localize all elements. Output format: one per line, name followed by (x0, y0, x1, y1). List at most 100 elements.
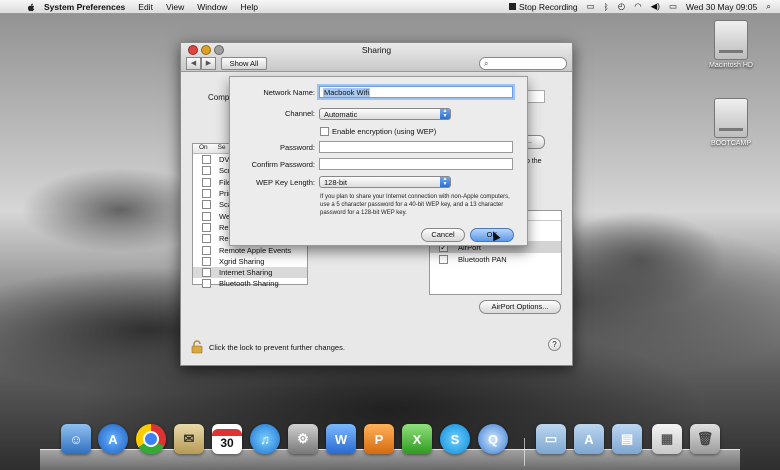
chrome-icon[interactable] (136, 424, 166, 454)
help-button[interactable]: ? (548, 338, 561, 351)
skype-icon[interactable]: S (440, 424, 470, 454)
menu-view[interactable]: View (166, 2, 184, 12)
screen-sharing-icon[interactable]: ▭ (587, 1, 595, 12)
service-checkbox[interactable] (202, 166, 211, 176)
service-checkbox[interactable] (202, 256, 211, 266)
window-title: Sharing (361, 45, 392, 55)
popup-arrows-icon: ▲ ▼ (440, 109, 450, 119)
service-label: DV (219, 155, 230, 165)
service-checkbox[interactable] (202, 268, 211, 278)
list-item[interactable]: Bluetooth PAN (430, 253, 561, 265)
service-checkbox[interactable] (202, 211, 211, 221)
volume-icon[interactable]: ◀) (651, 1, 660, 12)
lock-row: Click the lock to prevent further change… (191, 340, 345, 354)
service-checkbox[interactable] (202, 245, 211, 255)
service-label: Xgrid Sharing (219, 256, 265, 266)
time-machine-icon[interactable]: ◴ (618, 1, 625, 12)
spotlight-icon[interactable]: ⌕ (766, 1, 771, 12)
service-checkbox[interactable] (202, 189, 211, 199)
wep-note: If you plan to share your Internet conne… (320, 194, 510, 216)
wep-key-length-label: WEP Key Length: (255, 178, 315, 187)
airport-sheet: Network Name: Macbook Wifi Channel: Auto… (229, 76, 528, 246)
service-checkbox[interactable] (202, 234, 211, 244)
lock-icon[interactable] (191, 340, 203, 354)
service-checkbox[interactable] (202, 279, 211, 289)
trash-icon[interactable]: 🗑 (690, 424, 720, 454)
quicktime-icon[interactable]: Q (478, 424, 508, 454)
dock: ☺ A ✉ 30 ♫ ⚙ W P X S Q ▭ A ▤ ▦ 🗑 (40, 418, 740, 470)
service-checkbox[interactable] (202, 177, 211, 187)
desktop-drive-macintosh-hd[interactable]: Macintosh HD (701, 20, 761, 69)
service-checkbox[interactable] (202, 200, 211, 210)
system-preferences-icon[interactable]: ⚙ (288, 424, 318, 454)
menubar: System Preferences Edit View Window Help… (0, 0, 780, 14)
table-row[interactable]: Xgrid Sharing (193, 256, 307, 267)
drive-label: Macintosh HD (709, 62, 753, 69)
encryption-checkbox[interactable] (320, 127, 329, 136)
dock-separator (524, 438, 525, 466)
header-on[interactable]: On (193, 144, 208, 153)
network-name-field[interactable]: Macbook Wifi (319, 86, 513, 98)
mail-stamp-icon[interactable]: ✉ (174, 424, 204, 454)
service-label: Internet Sharing (219, 268, 273, 278)
clock-text[interactable]: Wed 30 May 09:05 (686, 2, 757, 12)
network-name-label: Network Name: (263, 88, 315, 97)
airport-options-button[interactable]: AirPort Options... (479, 300, 561, 314)
cancel-button[interactable]: Cancel (421, 228, 465, 242)
forward-button[interactable]: ▶ (201, 57, 216, 70)
bluetooth-icon[interactable]: ᛒ (604, 2, 609, 12)
lock-text: Click the lock to prevent further change… (209, 342, 345, 352)
encryption-checkbox-row[interactable]: Enable encryption (using WEP) (320, 127, 436, 136)
password-field[interactable] (319, 141, 513, 153)
port-label: Bluetooth PAN (458, 254, 507, 264)
search-icon: ⌕ (484, 59, 489, 68)
service-label: Remote Apple Events (219, 245, 292, 255)
calendar-day: 30 (220, 435, 234, 450)
show-all-button[interactable]: Show All (221, 57, 267, 70)
documents-folder-icon[interactable]: ▤ (612, 424, 642, 454)
powerpoint-icon[interactable]: P (364, 424, 394, 454)
confirm-password-field[interactable] (319, 158, 513, 170)
confirm-password-label: Confirm Password: (251, 160, 315, 169)
calendar-icon[interactable]: 30 (212, 424, 242, 454)
hard-drive-icon (714, 98, 748, 138)
service-label: Re (219, 234, 229, 244)
menu-app-name[interactable]: System Preferences (44, 2, 125, 12)
app-store-icon[interactable]: A (98, 424, 128, 454)
applications-folder-icon[interactable]: A (574, 424, 604, 454)
encryption-label: Enable encryption (using WEP) (332, 127, 437, 136)
table-row[interactable]: Bluetooth Sharing (193, 278, 307, 289)
back-button[interactable]: ◀ (186, 57, 201, 70)
word-icon[interactable]: W (326, 424, 356, 454)
menu-edit[interactable]: Edit (138, 2, 153, 12)
service-checkbox[interactable] (202, 155, 211, 165)
popup-arrows-icon: ▲ ▼ (440, 177, 450, 187)
password-label: Password: (279, 143, 315, 152)
service-checkbox[interactable] (202, 222, 211, 232)
battery-icon[interactable]: ▭ (669, 1, 677, 12)
menu-help[interactable]: Help (240, 2, 257, 12)
search-field[interactable]: ⌕ (479, 57, 567, 70)
excel-icon[interactable]: X (402, 424, 432, 454)
itunes-icon[interactable]: ♫ (250, 424, 280, 454)
downloads-stack-icon[interactable]: ▦ (652, 424, 682, 454)
menu-window[interactable]: Window (197, 2, 227, 12)
drive-label: BOOTCAMP (710, 140, 752, 147)
port-checkbox[interactable] (439, 254, 448, 264)
folder-icon[interactable]: ▭ (536, 424, 566, 454)
wep-key-length-popup[interactable]: 128-bit ▲ ▼ (319, 176, 451, 188)
table-row[interactable]: Remote Apple Events (193, 244, 307, 255)
finder-icon[interactable]: ☺ (61, 424, 91, 454)
wifi-icon[interactable]: ◠ (634, 1, 641, 12)
computer-name-label: Comp (208, 93, 230, 102)
channel-popup[interactable]: Automatic ▲ ▼ (319, 108, 451, 120)
apple-icon[interactable] (26, 2, 36, 12)
channel-value: Automatic (324, 110, 358, 119)
stop-recording-item[interactable]: Stop Recording (509, 2, 578, 12)
window-titlebar[interactable]: Sharing ◀ ▶ Show All ⌕ (181, 43, 572, 72)
desktop-drive-bootcamp[interactable]: BOOTCAMP (701, 98, 761, 147)
stop-recording-label: Stop Recording (519, 1, 578, 12)
table-row[interactable]: Internet Sharing (193, 266, 307, 279)
network-name-value: Macbook Wifi (323, 88, 371, 97)
header-service[interactable]: Se (208, 144, 226, 153)
